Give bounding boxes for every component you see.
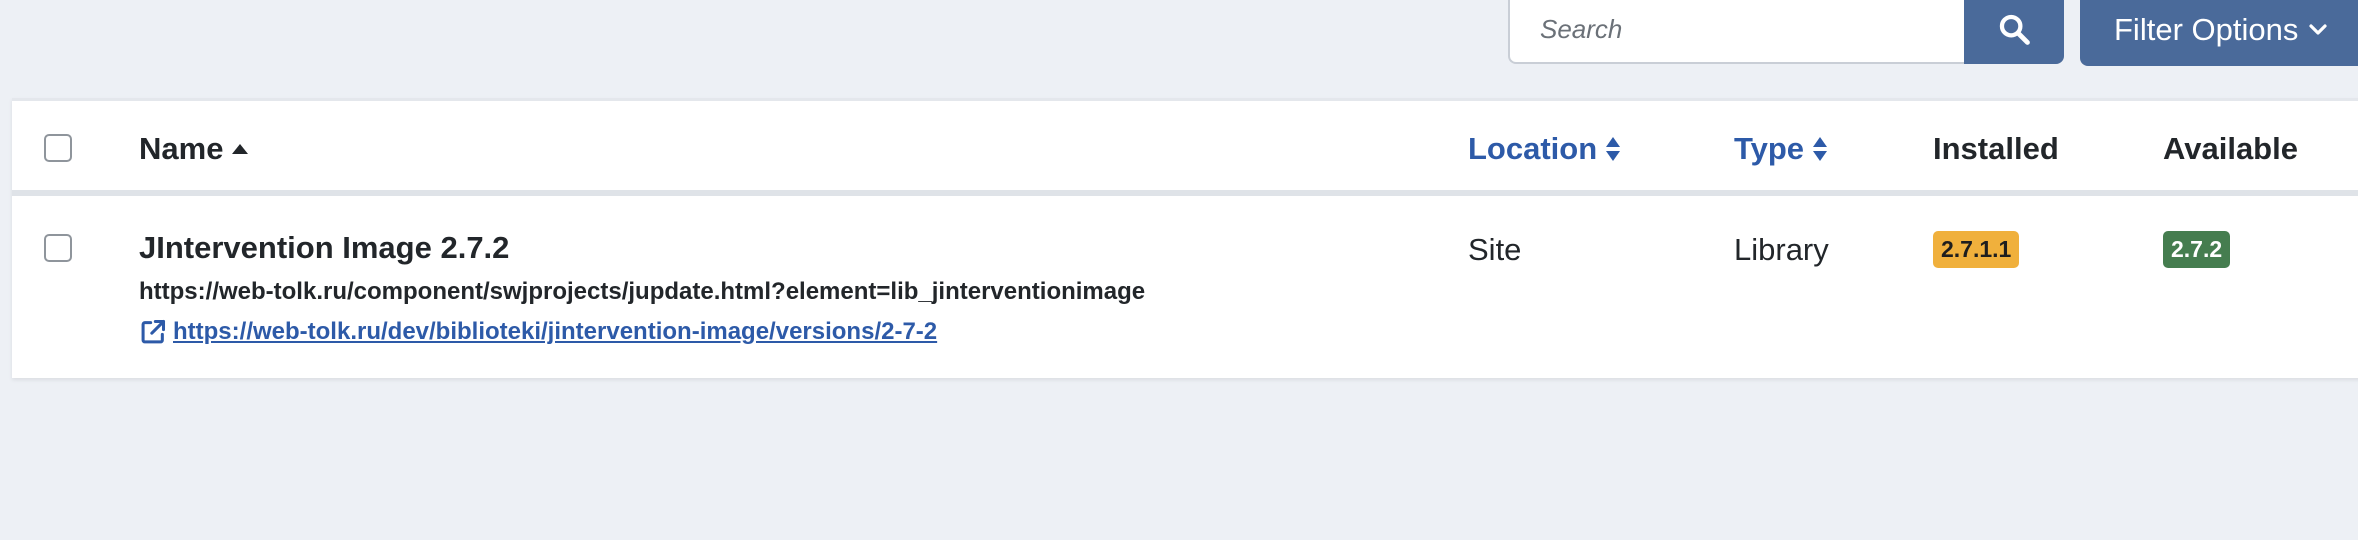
update-url: https://web-tolk.ru/component/swjproject… [139, 278, 1146, 305]
search-input[interactable] [1508, 0, 1965, 64]
column-header-location[interactable]: Location [1468, 131, 1621, 167]
filter-options-button[interactable]: Filter Options [2080, 0, 2358, 66]
sort-icon [1813, 137, 1828, 161]
chevron-down-icon [2309, 24, 2327, 35]
available-version-badge: 2.7.2 [2163, 231, 2231, 268]
installed-version-badge: 2.7.1.1 [1933, 231, 2020, 268]
column-header-type[interactable]: Type [1734, 131, 1828, 167]
column-header-installed: Installed [1933, 131, 2059, 166]
table-header: Name Location Type Installed Available [12, 98, 2358, 196]
updates-table: Name Location Type Installed Available J… [12, 98, 2358, 378]
info-link[interactable]: https://web-tolk.ru/dev/biblioteki/jinte… [139, 318, 937, 346]
column-header-available: Available [2163, 131, 2298, 166]
search-button[interactable] [1964, 0, 2064, 64]
column-header-name[interactable]: Name [139, 131, 249, 167]
filter-options-label: Filter Options [2114, 12, 2299, 47]
row-checkbox[interactable] [44, 234, 72, 262]
row-location: Site [1468, 232, 1522, 267]
row-type: Library [1734, 232, 1829, 267]
select-all-checkbox[interactable] [44, 134, 72, 162]
info-link-text: https://web-tolk.ru/dev/biblioteki/jinte… [173, 318, 938, 345]
caret-up-icon [232, 144, 249, 154]
sort-icon [1606, 137, 1621, 161]
search-icon [1999, 14, 2030, 45]
external-link-icon [141, 319, 166, 344]
extension-name: JIntervention Image 2.7.2 [139, 230, 510, 265]
